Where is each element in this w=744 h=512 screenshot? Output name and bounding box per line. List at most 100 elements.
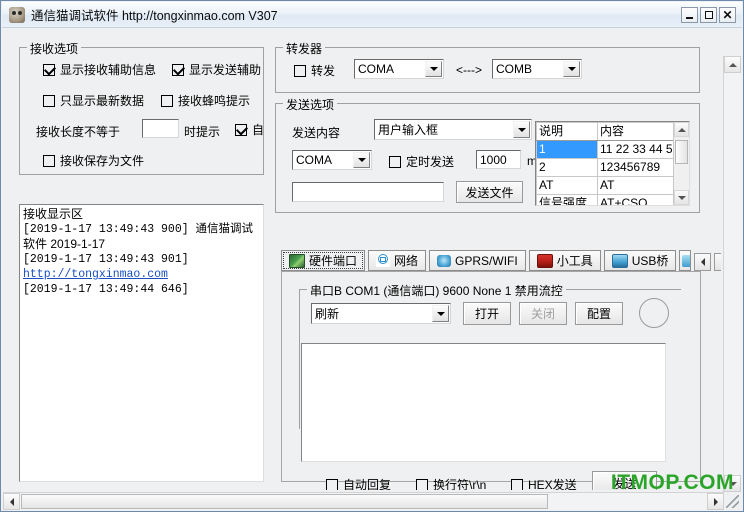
tab-usb-bridge[interactable]: USB桥 xyxy=(603,250,677,271)
receive-options-group: 接收选项 显示接收辅助信息 显示发送辅助 只显示最新数据 接收蜂鸣提示 接收长度… xyxy=(19,40,265,175)
tab-label: USB桥 xyxy=(631,254,669,268)
checkbox-label: 定时发送 xyxy=(406,155,455,169)
config-port-button[interactable]: 配置 xyxy=(575,302,623,325)
cell-desc[interactable]: AT xyxy=(536,176,598,195)
receive-log-line: 软件 2019-1-17 xyxy=(23,237,106,251)
tab-overflow-partial[interactable] xyxy=(679,250,692,271)
app-window: 通信猫调试软件 http://tongxinmao.com V307 ✕ 接收选… xyxy=(0,0,744,512)
table-header-row: 说明 内容 xyxy=(536,122,689,141)
tab-scroll-next-button[interactable] xyxy=(714,253,721,271)
resize-corner[interactable] xyxy=(724,493,741,510)
table-row[interactable]: 2 123456789 xyxy=(536,158,689,177)
send-file-button[interactable]: 发送文件 xyxy=(456,181,523,203)
tab-label: GPRS/WIFI xyxy=(455,253,518,268)
serial-port-legend: 串口B COM1 (通信端口) 9600 None 1 禁用流控 xyxy=(307,282,566,299)
tab-hardware-port[interactable]: 硬件端口 xyxy=(281,250,366,271)
table-row[interactable]: AT AT xyxy=(536,176,689,195)
close-port-button: 关闭 xyxy=(519,302,567,325)
checkbox-show-latest-only[interactable]: 只显示最新数据 xyxy=(43,92,144,109)
send-interval-input[interactable] xyxy=(476,150,521,169)
checkbox-newline[interactable]: 换行符\r\n xyxy=(416,476,486,490)
scroll-thumb[interactable] xyxy=(675,140,688,164)
chevron-down-icon[interactable] xyxy=(563,61,580,77)
checkbox-show-receive-aux[interactable]: 显示接收辅助信息 xyxy=(43,61,156,78)
content-root: 接收选项 显示接收辅助信息 显示发送辅助 只显示最新数据 接收蜂鸣提示 接收长度… xyxy=(5,31,721,490)
checkbox-auto-reply[interactable]: 自动回复 xyxy=(326,476,391,490)
checkbox-receive-beep[interactable]: 接收蜂鸣提示 xyxy=(161,92,250,109)
checkbox-hex-send[interactable]: HEX发送 xyxy=(511,476,577,490)
scroll-right-icon[interactable] xyxy=(707,493,724,510)
scroll-up-icon[interactable] xyxy=(724,56,741,73)
window-title: 通信猫调试软件 http://tongxinmao.com V307 xyxy=(31,9,278,23)
cell-desc[interactable]: 1 xyxy=(536,140,598,159)
tab-label: 小工具 xyxy=(556,254,593,268)
port-select-value: 刷新 xyxy=(315,307,340,321)
table-row[interactable]: 1 11 22 33 44 55 xyxy=(536,140,689,159)
maximize-button[interactable] xyxy=(700,7,717,23)
receive-length-input[interactable] xyxy=(142,119,179,138)
checkbox-forward-enable[interactable]: 转发 xyxy=(294,62,335,79)
circuit-board-icon xyxy=(289,253,305,268)
hardware-port-panel: 串口B COM1 (通信端口) 9600 None 1 禁用流控 刷新 打开 关… xyxy=(281,271,701,490)
vertical-scrollbar[interactable] xyxy=(723,56,741,492)
forwarder-link-symbol: <---> xyxy=(456,63,483,77)
checkbox-box-icon xyxy=(43,94,55,107)
chevron-down-icon[interactable] xyxy=(425,61,442,77)
scroll-left-icon[interactable] xyxy=(3,493,20,510)
minimize-button[interactable] xyxy=(681,7,698,23)
port-select[interactable]: 刷新 xyxy=(311,303,451,324)
cat-icon xyxy=(9,6,25,23)
checkbox-show-send-aux[interactable]: 显示发送辅助 xyxy=(172,61,264,78)
table-row[interactable]: 信号强度 AT+CSQ xyxy=(536,194,689,205)
network-icon xyxy=(376,254,391,267)
forwarder-group: 转发器 转发 COMA <---> COMB xyxy=(275,40,700,93)
checkbox-label: 转发 xyxy=(311,64,336,78)
checkbox-label: 接收蜂鸣提示 xyxy=(178,94,251,108)
cell-desc[interactable]: 2 xyxy=(536,158,598,177)
tab-scroll-prev-button[interactable] xyxy=(694,253,712,271)
send-data-textarea[interactable] xyxy=(301,343,666,462)
tab-network[interactable]: 网络 xyxy=(368,250,427,271)
resize-grip-icon xyxy=(726,495,739,508)
send-port-select[interactable]: COMA xyxy=(292,150,372,170)
tab-label: 网络 xyxy=(394,254,419,268)
forwarder-port-a-select[interactable]: COMA xyxy=(354,59,444,79)
send-content-select[interactable]: 用户输入框 xyxy=(374,119,532,140)
tab-tools[interactable]: 小工具 xyxy=(528,250,601,271)
send-port-value: COMA xyxy=(296,153,332,167)
send-options-group: 发送选项 发送内容 用户输入框 COMA 定时发送 ms 发送文件 xyxy=(275,96,700,213)
close-button[interactable]: ✕ xyxy=(719,7,736,23)
forwarder-port-b-select[interactable]: COMB xyxy=(492,59,582,79)
checkbox-label: 接收保存为文件 xyxy=(60,154,145,168)
checkbox-box-icon xyxy=(326,478,338,490)
chevron-down-icon[interactable] xyxy=(353,152,370,168)
table-vertical-scrollbar[interactable] xyxy=(673,122,689,205)
receive-log-link[interactable]: http://tongxinmao.com xyxy=(23,267,260,282)
open-port-button[interactable]: 打开 xyxy=(463,302,511,325)
checkbox-label: HEX发送 xyxy=(528,478,577,490)
chevron-down-icon[interactable] xyxy=(432,305,449,322)
checkbox-auto[interactable]: 自 xyxy=(235,121,265,138)
tab-gprs-wifi[interactable]: GPRS/WIFI xyxy=(429,250,526,271)
receive-log-line: [2019-1-17 13:49:43 900] 通信猫调试 xyxy=(23,223,254,236)
scroll-up-icon[interactable] xyxy=(674,122,689,137)
checkbox-box-icon xyxy=(389,155,401,168)
receive-display-title: 接收显示区 xyxy=(23,207,84,221)
forwarder-port-b-value: COMB xyxy=(496,62,532,76)
scroll-down-icon[interactable] xyxy=(674,190,689,205)
receive-options-legend: 接收选项 xyxy=(27,40,82,57)
receive-length-label-suffix: 时提示 xyxy=(184,125,221,139)
preset-data-table[interactable]: 说明 内容 1 11 22 33 44 55 2 123456789 AT AT… xyxy=(535,121,690,206)
checkbox-save-to-file[interactable]: 接收保存为文件 xyxy=(43,152,144,169)
site-watermark: ITMOP.COM xyxy=(610,471,734,494)
scroll-thumb[interactable] xyxy=(21,494,548,509)
client-area: 接收选项 显示接收辅助信息 显示发送辅助 只显示最新数据 接收蜂鸣提示 接收长度… xyxy=(2,28,742,511)
cell-desc[interactable]: 信号强度 xyxy=(536,194,598,205)
send-file-path-input[interactable] xyxy=(292,182,444,202)
checkbox-label: 显示接收辅助信息 xyxy=(60,63,157,77)
column-header-desc: 说明 xyxy=(536,122,598,141)
checkbox-timed-send[interactable]: 定时发送 xyxy=(389,153,454,170)
receive-display-area[interactable]: 接收显示区 [2019-1-17 13:49:43 900] 通信猫调试 软件 … xyxy=(19,204,264,482)
chevron-down-icon[interactable] xyxy=(513,121,530,138)
checkbox-label: 只显示最新数据 xyxy=(60,94,145,108)
